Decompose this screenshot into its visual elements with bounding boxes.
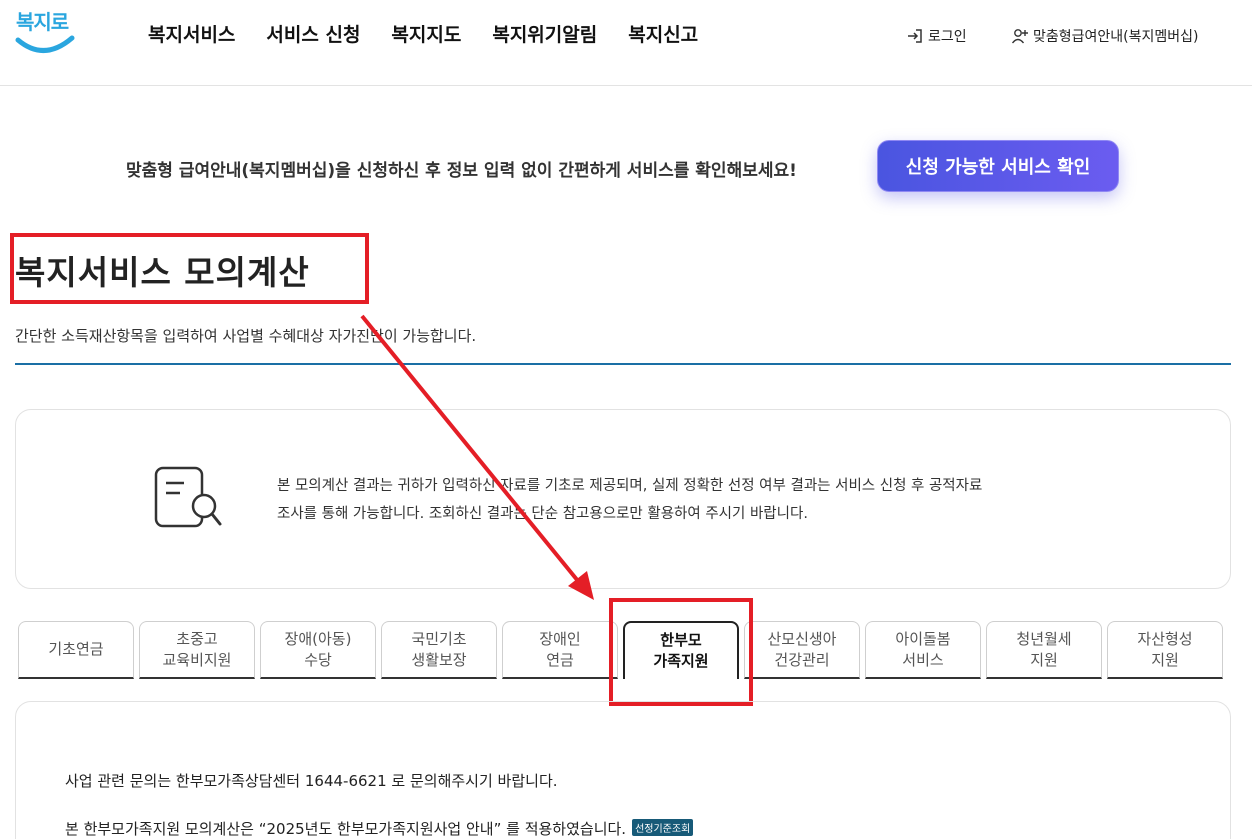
tab-education-support[interactable]: 초중고교육비지원 — [139, 621, 255, 679]
tab-label: 연금 — [546, 650, 574, 669]
notice-line-1: 본 모의계산 결과는 귀하가 입력하신 자료를 기초로 제공되며, 실제 정확한… — [277, 478, 983, 494]
tab-youth-rent[interactable]: 청년월세지원 — [986, 621, 1102, 679]
main-nav: 복지서비스 서비스 신청 복지지도 복지위기알림 복지신고 — [148, 20, 698, 47]
site-header: 복지로 복지서비스 서비스 신청 복지지도 복지위기알림 복지신고 로그인 맞춤… — [0, 0, 1252, 86]
membership-link[interactable]: 맞춤형급여안내(복지멤버십) — [1011, 26, 1198, 46]
page-subtitle: 간단한 소득재산항목을 입력하여 사업별 수혜대상 자가진단이 가능합니다. — [15, 327, 477, 345]
user-add-icon — [1011, 29, 1028, 44]
tab-label: 기초연금 — [48, 640, 104, 658]
login-icon — [908, 29, 922, 43]
title-highlight-box — [10, 233, 369, 304]
membership-label: 맞춤형급여안내(복지멤버십) — [1033, 29, 1199, 45]
tab-basic-livelihood[interactable]: 국민기초생활보장 — [381, 621, 497, 679]
tab-label: 아이돌봄 — [895, 629, 951, 648]
nav-service-apply[interactable]: 서비스 신청 — [266, 20, 360, 47]
document-search-icon — [154, 466, 222, 528]
tab-disability-pension[interactable]: 장애인연금 — [502, 621, 618, 679]
tab-label: 지원 — [1151, 650, 1179, 669]
tab-maternal-newborn[interactable]: 산모신생아건강관리 — [744, 621, 860, 679]
tab-label: 지원 — [1030, 650, 1058, 669]
notice-line-2: 조사를 통해 가능합니다. 조회하신 결과는 단순 참고용으로만 활용하여 주시… — [277, 506, 808, 522]
tab-label: 자산형성 — [1137, 629, 1193, 648]
inquiry-text: 사업 관련 문의는 한부모가족상담센터 1644-6621 로 문의해주시기 바… — [65, 772, 558, 790]
tab-label: 수당 — [304, 650, 332, 669]
nav-welfare-report[interactable]: 복지신고 — [628, 20, 698, 47]
criteria-lookup-badge[interactable]: 선정기준조회 — [632, 819, 694, 836]
tab-label: 건강관리 — [774, 650, 830, 669]
single-parent-content-card: 사업 관련 문의는 한부모가족상담센터 1644-6621 로 문의해주시기 바… — [15, 701, 1231, 839]
tab-label: 청년월세 — [1016, 629, 1072, 648]
tab-label: 초중고 — [176, 629, 218, 648]
nav-welfare-services[interactable]: 복지서비스 — [148, 20, 235, 47]
login-link[interactable]: 로그인 — [906, 26, 967, 46]
tab-child-care[interactable]: 아이돌봄서비스 — [865, 621, 981, 679]
tab-disability-allowance[interactable]: 장애(아동) 수당 — [260, 621, 376, 679]
check-services-button[interactable]: 신청 가능한 서비스 확인 — [877, 140, 1119, 192]
tab-label: 생활보장 — [411, 650, 467, 669]
tab-basic-pension[interactable]: 기초연금 — [18, 621, 134, 679]
login-label: 로그인 — [928, 29, 967, 45]
membership-banner-text: 맞춤형 급여안내(복지멤버십)을 신청하신 후 정보 입력 없이 간편하게 서비… — [126, 161, 797, 181]
tab-asset-building[interactable]: 자산형성지원 — [1107, 621, 1223, 679]
tab-label: 장애인 — [539, 629, 581, 648]
applied-standard-label: 본 한부모가족지원 모의계산은 “2025년도 한부모가족지원사업 안내” 를 … — [65, 820, 627, 838]
tab-label: 교육비지원 — [162, 650, 232, 669]
nav-welfare-map[interactable]: 복지지도 — [391, 20, 461, 47]
tab-label: 국민기초 — [411, 629, 467, 648]
site-logo[interactable]: 복지로 — [12, 6, 78, 60]
notice-card: 본 모의계산 결과는 귀하가 입력하신 자료를 기초로 제공되며, 실제 정확한… — [15, 409, 1231, 589]
smile-icon — [15, 35, 75, 53]
tab-label: 서비스 — [902, 650, 944, 669]
logo-text: 복지로 — [16, 10, 69, 34]
nav-crisis-alert[interactable]: 복지위기알림 — [492, 20, 597, 47]
tab-highlight-box — [609, 598, 753, 706]
tab-label: 산모신생아 — [767, 629, 837, 648]
tab-label: 장애(아동) — [284, 629, 352, 648]
notice-text: 본 모의계산 결과는 귀하가 입력하신 자료를 기초로 제공되며, 실제 정확한… — [277, 472, 1077, 528]
title-divider — [15, 363, 1231, 365]
applied-standard-text: 본 한부모가족지원 모의계산은 “2025년도 한부모가족지원사업 안내” 를 … — [65, 818, 694, 839]
